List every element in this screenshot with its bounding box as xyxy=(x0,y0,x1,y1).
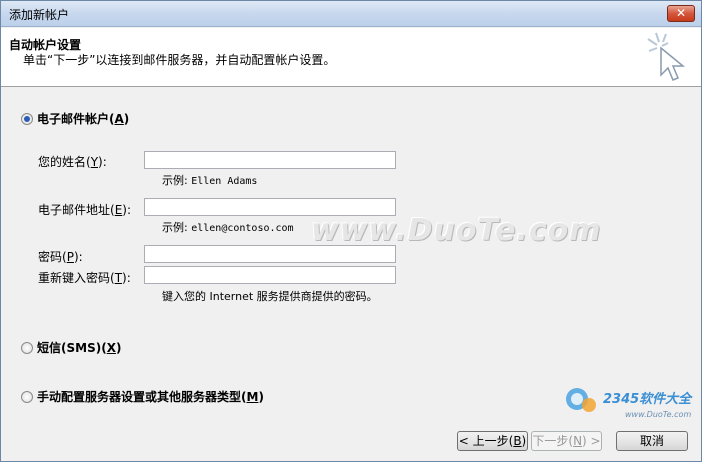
back-button[interactable]: < 上一步(B) xyxy=(457,431,528,451)
window-title: 添加新帐户 xyxy=(9,8,70,22)
manual-config-label: 手动配置服务器设置或其他服务器类型(M) xyxy=(37,390,264,404)
watermark: www.DuoTe.com xyxy=(311,213,602,248)
logo-text: 2345软件大全 xyxy=(603,391,693,407)
wizard-header: 自动帐户设置 单击“下一步”以连接到邮件服务器，并自动配置帐户设置。 xyxy=(1,28,701,87)
dialog-window: 添加新帐户 ✕ 自动帐户设置 单击“下一步”以连接到邮件服务器，并自动配置帐户设… xyxy=(0,0,702,462)
email-hint: 示例: ellen@contoso.com xyxy=(162,221,294,234)
sms-label: 短信(SMS)(X) xyxy=(37,341,122,355)
manual-config-radio[interactable] xyxy=(21,390,33,403)
name-hint: 示例: Ellen Adams xyxy=(162,174,258,187)
title-bar[interactable]: 添加新帐户 ✕ xyxy=(1,1,701,27)
name-input[interactable] xyxy=(144,151,396,169)
sms-radio[interactable] xyxy=(21,341,33,354)
email-account-radio[interactable] xyxy=(21,112,33,125)
site-logo: 2345软件大全 www.DuoTe.com xyxy=(566,388,693,419)
manual-config-option[interactable]: 手动配置服务器设置或其他服务器类型(M) xyxy=(21,388,264,405)
name-label: 您的姓名(Y): xyxy=(38,155,107,169)
header-description: 单击“下一步”以连接到邮件服务器，并自动配置帐户设置。 xyxy=(23,53,336,67)
email-account-label: 电子邮件帐户(A) xyxy=(37,112,130,126)
retype-password-label: 重新键入密码(T): xyxy=(38,271,131,285)
password-label: 密码(P): xyxy=(38,250,83,264)
close-button[interactable]: ✕ xyxy=(667,5,695,22)
close-icon: ✕ xyxy=(675,6,687,20)
cursor-sparkle-icon xyxy=(647,32,686,81)
password-hint: 键入您的 Internet 服务提供商提供的密码。 xyxy=(162,290,378,303)
next-button[interactable]: 下一步(N) > xyxy=(531,431,602,451)
email-account-option[interactable]: 电子邮件帐户(A) xyxy=(21,110,129,127)
logo-url: www.DuoTe.com xyxy=(625,410,691,419)
sms-option[interactable]: 短信(SMS)(X) xyxy=(21,339,121,356)
retype-password-input[interactable] xyxy=(144,266,396,284)
email-label: 电子邮件地址(E): xyxy=(38,203,132,217)
cancel-button[interactable]: 取消 xyxy=(616,431,688,451)
